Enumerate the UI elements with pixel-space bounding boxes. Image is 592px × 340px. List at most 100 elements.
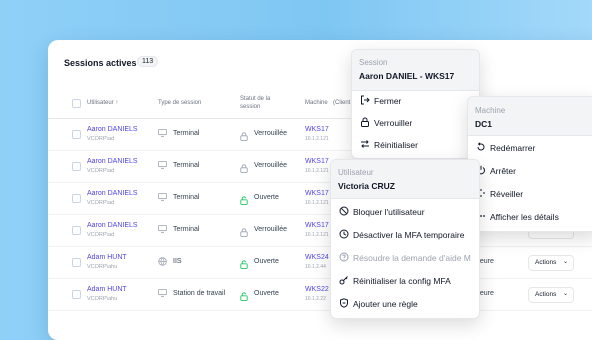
- user-domain: VCORP\ad: [87, 136, 115, 142]
- machine-ip: 10.1.2.121: [305, 136, 329, 142]
- machine-link[interactable]: WKS17: [305, 158, 329, 165]
- select-all-checkbox[interactable]: [72, 99, 81, 108]
- machine-ip: 10.1.2.121: [305, 232, 329, 238]
- lock-icon: [361, 117, 369, 127]
- user-domain: VCORP\ahu: [87, 264, 118, 270]
- menu-item-reveiller[interactable]: Réveiller: [468, 183, 592, 205]
- machine-ip: 10.1.2.22: [305, 296, 326, 302]
- lock-open-icon: [240, 256, 248, 269]
- session-menu-caption: Session: [359, 58, 388, 67]
- monitor-icon: [158, 161, 167, 171]
- column-header-user[interactable]: Utilisateur ↑: [87, 100, 118, 106]
- machine-link[interactable]: WKS17: [305, 222, 329, 229]
- menu-item-ajouter-regle[interactable]: Ajouter une règle: [331, 293, 479, 315]
- menu-item-label: Bloquer l'utilisateur: [353, 207, 425, 217]
- menu-item-redemarrer[interactable]: Redémarrer: [468, 137, 592, 159]
- column-header-status-line2: session: [240, 104, 261, 110]
- session-status: Verrouillée: [254, 226, 288, 233]
- menu-item-resoudre-demande-aide: Résoudre la demande d'aide M: [331, 247, 479, 269]
- lock-open-icon: [240, 192, 248, 205]
- column-header-status-line1[interactable]: Statut de la: [240, 96, 270, 102]
- user-context-menu: Utilisateur Victoria CRUZ Bloquer l'util…: [330, 159, 480, 319]
- machine-link[interactable]: WKS22: [305, 286, 329, 293]
- user-name-link[interactable]: Aaron DANIELS: [87, 158, 138, 165]
- machine-context-menu: Machine DC1 Redémarrer Arrêter Réveiller…: [467, 96, 592, 232]
- session-type: Terminal: [173, 130, 200, 137]
- session-status: Ouverte: [254, 258, 279, 265]
- page-title: Sessions actives: [64, 58, 137, 68]
- menu-item-verrouiller[interactable]: Verrouiller: [352, 112, 479, 134]
- session-status: Verrouillée: [254, 130, 288, 137]
- user-name-link[interactable]: Aaron DANIELS: [87, 222, 138, 229]
- monitor-icon: [158, 225, 167, 235]
- session-menu-header: Session Aaron DANIEL - WKS17: [352, 50, 479, 91]
- menu-item-label: Redémarrer: [490, 143, 536, 153]
- row-checkbox[interactable]: [72, 130, 81, 139]
- menu-item-label: Ajouter une règle: [353, 299, 418, 309]
- session-status: Ouverte: [254, 290, 279, 297]
- menu-item-label: Réinitialiser la config MFA: [353, 276, 451, 286]
- menu-item-bloquer-utilisateur[interactable]: Bloquer l'utilisateur: [331, 201, 479, 223]
- menu-item-label: Afficher les détails: [490, 212, 559, 222]
- user-name-link[interactable]: Adam HUNT: [87, 254, 127, 261]
- session-status: Verrouillée: [254, 162, 288, 169]
- menu-item-label: Résoudre la demande d'aide M: [353, 253, 471, 263]
- session-menu-subject: Aaron DANIEL - WKS17: [359, 71, 455, 81]
- machine-ip: 10.1.2.44: [305, 264, 326, 270]
- column-header-type[interactable]: Type de session: [158, 100, 201, 106]
- user-domain: VCORP\ahu: [87, 296, 118, 302]
- session-context-menu: Session Aaron DANIEL - WKS17 Fermer Verr…: [351, 49, 480, 159]
- row-checkbox[interactable]: [72, 226, 81, 235]
- table-row[interactable]: Adam HUNT VCORP\ahu Station de travail Ouve…: [48, 278, 592, 311]
- shield-icon: [340, 298, 348, 308]
- key-icon: [339, 276, 348, 285]
- row-checkbox[interactable]: [72, 290, 81, 299]
- machine-menu-caption: Machine: [475, 106, 506, 115]
- menu-item-label: Verrouiller: [374, 118, 413, 128]
- menu-item-reinitialiser[interactable]: Réinitialiser: [352, 134, 479, 156]
- help-icon: [339, 252, 349, 262]
- session-count-badge: 113: [137, 56, 159, 67]
- machine-menu-subject: DC1: [475, 119, 493, 129]
- user-domain: VCORP\ad: [87, 232, 115, 238]
- row-checkbox[interactable]: [72, 194, 81, 203]
- menu-item-desactiver-mfa[interactable]: Désactiver la MFA temporaire: [331, 224, 479, 246]
- actions-label: Actions: [535, 291, 557, 298]
- machine-link[interactable]: WKS17: [305, 126, 329, 133]
- actions-dropdown-button[interactable]: Actions ⌄: [528, 255, 574, 271]
- row-checkbox[interactable]: [72, 162, 81, 171]
- actions-dropdown-button[interactable]: Actions ⌄: [528, 287, 574, 303]
- menu-item-label: Fermer: [374, 96, 402, 106]
- user-name-link[interactable]: Aaron DANIELS: [87, 126, 138, 133]
- menu-item-label: Arrêter: [490, 166, 516, 176]
- user-name-link[interactable]: Aaron DANIELS: [87, 190, 138, 197]
- menu-item-label: Réveiller: [490, 189, 524, 199]
- block-icon: [339, 206, 349, 216]
- lock-closed-icon: [240, 160, 248, 173]
- user-domain: VCORP\ad: [87, 168, 115, 174]
- column-header-client[interactable]: (Client: [333, 100, 350, 106]
- clock-icon: [339, 229, 349, 239]
- machine-link[interactable]: WKS24: [305, 254, 329, 261]
- table-row[interactable]: Adam HUNT VCORP\ahu IIS Ouverte WKS24 10.1.2.…: [48, 246, 592, 279]
- user-domain: VCORP\ad: [87, 200, 115, 206]
- actions-label: Actions: [535, 259, 557, 266]
- session-type: Terminal: [173, 162, 200, 169]
- user-name-link[interactable]: Adam HUNT: [87, 286, 127, 293]
- globe-icon: [158, 257, 167, 268]
- user-menu-caption: Utilisateur: [338, 168, 374, 177]
- row-checkbox[interactable]: [72, 258, 81, 267]
- user-menu-header: Utilisateur Victoria CRUZ: [331, 160, 479, 199]
- menu-item-arreter[interactable]: Arrêter: [468, 160, 592, 182]
- menu-item-fermer[interactable]: Fermer: [352, 90, 479, 112]
- menu-item-reinitialiser-mfa[interactable]: Réinitialiser la config MFA: [331, 270, 479, 292]
- chevron-down-icon: ⌄: [562, 259, 568, 265]
- monitor-icon: [158, 129, 167, 139]
- lock-closed-icon: [240, 128, 248, 141]
- menu-item-label: Désactiver la MFA temporaire: [353, 230, 465, 240]
- machine-link[interactable]: WKS17: [305, 190, 329, 197]
- user-menu-subject: Victoria CRUZ: [338, 181, 395, 191]
- chevron-down-icon: ⌄: [562, 291, 568, 297]
- column-header-machine[interactable]: Machine: [305, 100, 328, 106]
- menu-item-afficher-details[interactable]: Afficher les détails: [468, 206, 592, 228]
